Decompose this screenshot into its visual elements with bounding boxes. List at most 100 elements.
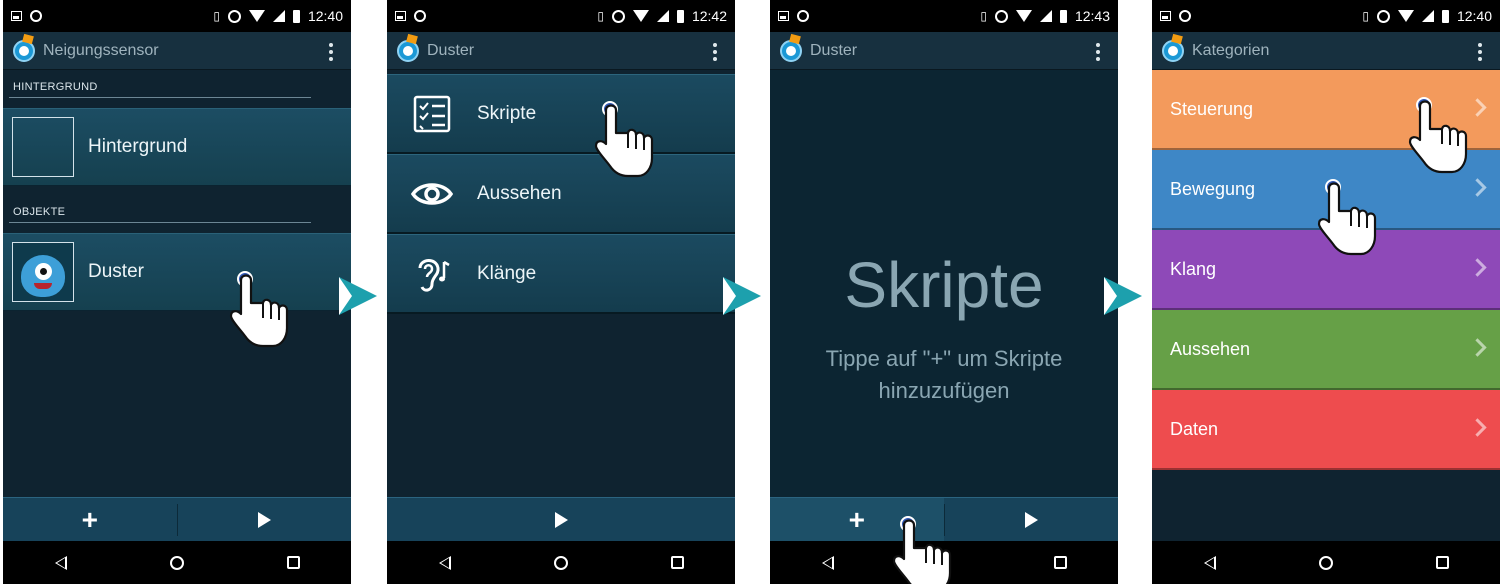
wifi-icon (248, 10, 265, 22)
touch-hand-icon (892, 515, 952, 584)
empty-state-hint: Tippe auf "+" um Skripte hinzuzufügen (825, 346, 1063, 403)
status-bar: ▯ 12:43 (770, 0, 1118, 32)
category-data[interactable]: Daten (1152, 390, 1500, 470)
screen-object-menu: ▯ 12:42 Duster Skripte Aussehen Klänge (387, 0, 735, 584)
eye-icon (409, 172, 455, 216)
vibrate-icon: ▯ (213, 9, 220, 23)
page-title: Duster (810, 41, 858, 59)
overflow-menu-icon[interactable] (329, 43, 333, 61)
status-bar: ▯ 12:40 (3, 0, 351, 32)
play-button[interactable] (945, 498, 1119, 542)
background-thumbnail (12, 117, 74, 177)
screen-object-list: ▯ 12:40 Neigungssensor HINTERGRUND Hinte… (3, 0, 351, 584)
category-label: Bewegung (1170, 178, 1256, 199)
system-nav-bar (387, 541, 735, 584)
wifi-icon (1397, 10, 1414, 22)
add-button[interactable]: + (3, 498, 177, 542)
pocket-code-logo-icon (13, 39, 35, 62)
section-header-background: HINTERGRUND (13, 81, 98, 93)
app-bar: Duster (770, 32, 1118, 70)
category-label: Daten (1170, 418, 1219, 439)
pocket-code-logo-icon (780, 39, 802, 62)
alarm-icon (227, 9, 241, 23)
recent-apps-icon[interactable] (1435, 556, 1449, 569)
vibrate-icon: ▯ (1362, 9, 1369, 23)
vibrate-icon: ▯ (597, 9, 604, 23)
menu-item-sounds[interactable]: Klänge (387, 234, 735, 314)
overflow-menu-icon[interactable] (1478, 43, 1482, 61)
app-bar: Duster (387, 32, 735, 70)
category-label: Klang (1170, 258, 1217, 279)
home-icon[interactable] (169, 555, 184, 570)
app-bar: Neigungssensor (3, 32, 351, 70)
system-nav-bar (1152, 541, 1500, 584)
pocket-code-logo-icon (397, 39, 419, 62)
robot-notification-icon (414, 10, 426, 22)
home-icon[interactable] (1318, 555, 1333, 570)
signal-icon (656, 10, 669, 22)
image-notification-icon (11, 11, 22, 21)
back-icon[interactable] (54, 555, 67, 570)
back-icon[interactable] (821, 555, 834, 570)
object-item-duster[interactable]: Duster (3, 233, 351, 311)
alarm-icon (611, 9, 625, 23)
divider (9, 222, 311, 223)
menu-item-scripts[interactable]: Skripte (387, 74, 735, 154)
recent-apps-icon[interactable] (1053, 556, 1067, 569)
menu-item-looks[interactable]: Aussehen (387, 154, 735, 234)
bottom-toolbar: + (3, 497, 351, 542)
play-button[interactable] (178, 498, 352, 542)
section-header-objects: OBJEKTE (13, 206, 66, 218)
chevron-right-icon (1468, 178, 1487, 197)
category-label: Steuerung (1170, 98, 1254, 119)
background-item-label: Hintergrund (88, 136, 188, 157)
plus-icon: + (81, 504, 98, 535)
alarm-icon (1376, 9, 1390, 23)
status-bar: ▯ 12:42 (387, 0, 735, 32)
screen-scripts-empty: ▯ 12:43 Duster Skripte Tippe auf "+" um … (770, 0, 1118, 584)
pocket-code-logo-icon (1162, 39, 1184, 62)
flow-arrow (1104, 277, 1142, 315)
recent-apps-icon[interactable] (670, 556, 684, 569)
status-time: 12:43 (1074, 8, 1110, 24)
play-icon (1024, 512, 1038, 528)
status-time: 12:40 (1456, 8, 1492, 24)
signal-icon (1039, 10, 1052, 22)
signal-icon (1421, 10, 1434, 22)
flow-arrow (723, 277, 761, 315)
battery-icon (292, 9, 300, 23)
category-looks[interactable]: Aussehen (1152, 310, 1500, 390)
back-icon[interactable] (1203, 555, 1216, 570)
status-time: 12:40 (307, 8, 343, 24)
object-item-label: Duster (88, 261, 144, 282)
back-icon[interactable] (438, 555, 451, 570)
image-notification-icon (395, 11, 406, 21)
play-icon (257, 512, 271, 528)
robot-notification-icon (30, 10, 42, 22)
touch-hand-icon (1408, 96, 1468, 176)
screen-categories: ▯ 12:40 Kategorien Steuerung Bewegung Kl… (1152, 0, 1500, 584)
recent-apps-icon[interactable] (286, 556, 300, 569)
play-button[interactable] (387, 498, 735, 542)
system-nav-bar (3, 541, 351, 584)
play-icon (554, 512, 568, 528)
scripts-list-icon (409, 92, 455, 136)
empty-state-title: Skripte (844, 249, 1044, 321)
divider (9, 97, 311, 98)
menu-item-label: Skripte (477, 102, 537, 124)
alarm-icon (994, 9, 1008, 23)
overflow-menu-icon[interactable] (713, 43, 717, 61)
robot-notification-icon (797, 10, 809, 22)
flow-arrow (339, 277, 377, 315)
vibrate-icon: ▯ (980, 9, 987, 23)
chevron-right-icon (1468, 258, 1487, 277)
overflow-menu-icon[interactable] (1096, 43, 1100, 61)
image-notification-icon (1160, 11, 1171, 21)
home-icon[interactable] (553, 555, 568, 570)
app-bar: Kategorien (1152, 32, 1500, 70)
battery-icon (676, 9, 684, 23)
background-item[interactable]: Hintergrund (3, 108, 351, 186)
page-title: Neigungssensor (43, 41, 159, 59)
page-title: Kategorien (1192, 41, 1270, 59)
battery-icon (1441, 9, 1449, 23)
